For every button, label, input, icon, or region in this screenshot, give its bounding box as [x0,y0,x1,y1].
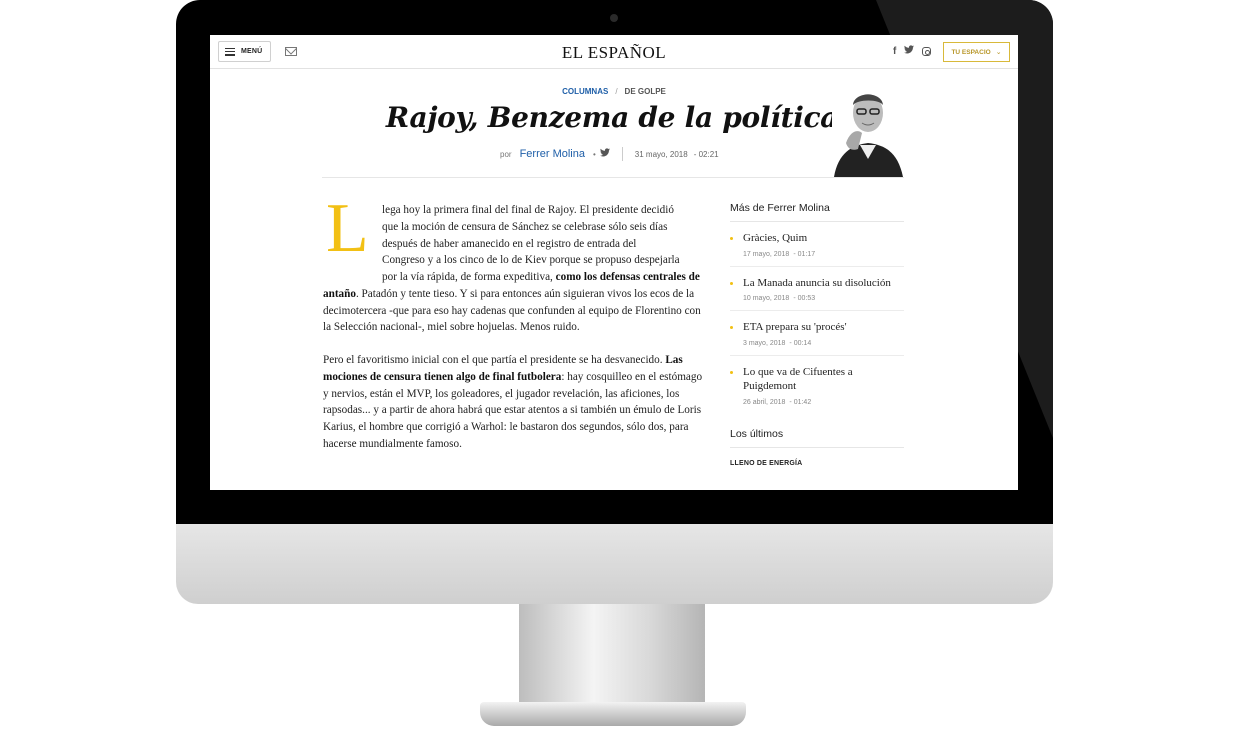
text-line: después de haber amanecido en el registr… [382,237,637,250]
breadcrumb-separator: / [615,87,618,96]
chevron-down-icon: ⌄ [995,49,1002,56]
sidebar-article[interactable]: ETA prepara su 'procés' 3 mayo, 2018- 00… [730,311,904,356]
sidebar-article-headline[interactable]: Lo que va de Cifuentes a Puigdemont [743,365,904,394]
monitor-chin [176,524,1053,604]
sidebar-article-time: - 00:14 [789,339,812,347]
author-twitter-icon[interactable] [599,148,610,160]
paragraph-2: Pero el favoritismo inicial con el que p… [323,352,706,453]
sidebar-article[interactable]: Gràcies, Quim 17 mayo, 2018- 01:17 [730,222,904,267]
sidebar-article-date: 3 mayo, 2018 [743,339,786,347]
social-links: f [893,45,932,58]
sidebar-article-time: - 00:53 [793,295,816,302]
twitter-icon[interactable] [904,45,915,58]
sidebar-article-meta: 3 mayo, 2018- 00:14 [743,340,904,347]
byline-bullet: • [592,149,596,159]
article-body: lega hoy la primera final del final de R… [323,202,706,469]
paragraph-text: . Patadón y tente tieso. Y si para enton… [323,287,701,334]
breadcrumb-section[interactable]: COLUMNAS [562,87,608,96]
breadcrumb-subsection[interactable]: DE GOLPE [625,87,666,96]
sidebar-article-headline[interactable]: La Manada anuncia su disolución [743,276,904,291]
sidebar-article-meta: 10 mayo, 2018- 00:53 [743,295,904,302]
sidebar-article-date: 10 mayo, 2018 [743,295,790,302]
byline-prefix: por [500,149,512,159]
publish-time: - 02:21 [693,149,719,159]
text-line: por la vía rápida, de forma expeditiva, [382,271,556,283]
sidebar-article-time: - 01:17 [793,250,816,258]
article-title: Rajoy, Benzema de la política [385,101,839,134]
text-line: Congreso y a los cinco de lo de Kiev por… [382,254,680,267]
publish-date: 31 mayo, 2018 [634,149,688,159]
byline: por Ferrer Molina • 31 mayo, 2018 - 02:2… [500,147,719,161]
sidebar-article-headline[interactable]: ETA prepara su 'procés' [743,320,904,335]
paragraph-1: lega hoy la primera final del final de R… [323,202,706,336]
sidebar-article-date: 17 mayo, 2018 [743,250,790,258]
latest-title: Los últimos [730,428,904,448]
monitor-stand-foot [480,702,746,726]
sidebar-article-meta: 26 abril, 2018- 01:42 [743,399,904,406]
tu-espacio-label: TU ESPACIO [951,48,991,56]
text-line: que la moción de censura de Sánchez se c… [382,220,668,233]
sidebar-article[interactable]: La Manada anuncia su disolución 10 mayo,… [730,267,904,311]
top-navigation-bar: MENÚ EL ESPAÑOL f TU ESPACIO ⌄ [210,35,1018,69]
facebook-icon[interactable]: f [893,46,896,58]
text-line: lega hoy la primera final del final de R… [382,204,674,216]
browser-screen: MENÚ EL ESPAÑOL f TU ESPACIO ⌄ COLUMNAS /… [210,35,1018,490]
sidebar-article-date: 26 abril, 2018 [743,398,786,406]
sidebar-article[interactable]: Lo que va de Cifuentes a Puigdemont 26 a… [730,356,904,414]
header-divider [322,177,904,178]
author-link[interactable]: Ferrer Molina [520,148,585,160]
sidebar-article-meta: 17 mayo, 2018- 01:17 [743,251,904,258]
instagram-icon[interactable] [922,47,932,56]
sidebar-article-headline[interactable]: Gràcies, Quim [743,231,904,246]
tu-espacio-button[interactable]: TU ESPACIO ⌄ [943,42,1010,62]
camera [610,14,618,22]
sidebar-article-time: - 01:42 [789,398,812,406]
byline-divider [621,147,623,161]
author-portrait [832,79,904,177]
sidebar: Más de Ferrer Molina Gràcies, Quim 17 ma… [730,202,904,467]
latest-section-label[interactable]: LLENO DE ENERGÍA [730,460,904,467]
paragraph-text: Pero el favoritismo inicial con el que p… [323,354,666,366]
monitor-stand-neck [519,604,705,704]
sidebar-title: Más de Ferrer Molina [730,202,904,222]
